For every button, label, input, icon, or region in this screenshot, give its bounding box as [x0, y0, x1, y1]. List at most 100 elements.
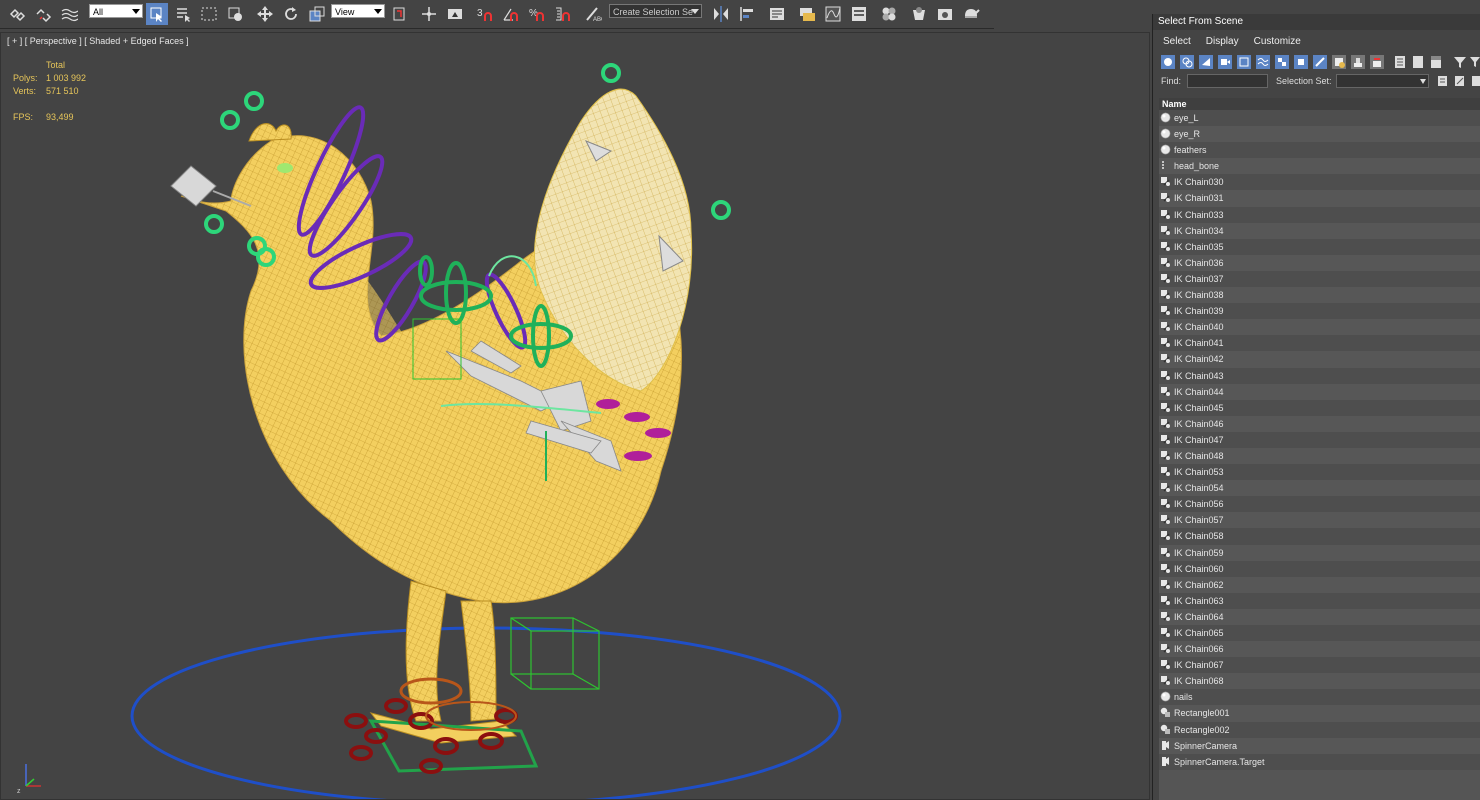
pivot-center-icon[interactable]	[389, 3, 411, 25]
list-item[interactable]: eye_L	[1159, 110, 1480, 127]
display-shapes-icon[interactable]	[1180, 55, 1194, 69]
find-input[interactable]	[1187, 74, 1268, 88]
list-item[interactable]: IK Chain036	[1159, 254, 1480, 271]
list-item[interactable]: IK Chain045	[1159, 399, 1480, 416]
list-item[interactable]: feathers	[1159, 142, 1480, 159]
rectangular-selection-region-icon[interactable]	[198, 3, 220, 25]
display-geometry-icon[interactable]	[1161, 55, 1175, 69]
column-header-name[interactable]: Name	[1159, 98, 1480, 110]
menu-select[interactable]: Select	[1163, 36, 1191, 47]
schematic-view-icon[interactable]	[848, 3, 870, 25]
material-editor-icon[interactable]	[878, 3, 900, 25]
list-item[interactable]: IK Chain046	[1159, 415, 1480, 432]
list-item[interactable]: IK Chain031	[1159, 190, 1480, 207]
display-bones-icon[interactable]	[1313, 55, 1327, 69]
list-item[interactable]: IK Chain063	[1159, 592, 1480, 609]
list-item[interactable]: IK Chain041	[1159, 335, 1480, 352]
render-production-icon[interactable]	[960, 3, 982, 25]
list-item[interactable]: IK Chain065	[1159, 625, 1480, 642]
list-item[interactable]: IK Chain054	[1159, 480, 1480, 497]
display-lights-icon[interactable]	[1199, 55, 1213, 69]
list-item[interactable]: IK Chain034	[1159, 222, 1480, 239]
list-item[interactable]: IK Chain059	[1159, 544, 1480, 561]
list-item[interactable]: nails	[1159, 689, 1480, 706]
list-item[interactable]: IK Chain033	[1159, 206, 1480, 223]
list-item[interactable]: IK Chain047	[1159, 431, 1480, 448]
list-item[interactable]: SpinnerCamera.Target	[1159, 753, 1480, 770]
scene-canvas[interactable]: z	[1, 33, 1150, 800]
select-by-name-icon[interactable]	[172, 3, 194, 25]
list-item[interactable]: IK Chain030	[1159, 174, 1480, 191]
list-item[interactable]: IK Chain068	[1159, 673, 1480, 690]
display-hidden-icon[interactable]	[1370, 55, 1384, 69]
selection-set-options-icon[interactable]	[1471, 75, 1480, 87]
list-item[interactable]: IK Chain053	[1159, 464, 1480, 481]
select-and-link-icon[interactable]	[6, 3, 28, 25]
window-crossing-icon[interactable]	[224, 3, 246, 25]
list-item[interactable]: IK Chain062	[1159, 576, 1480, 593]
named-selection-sets-dropdown[interactable]: Create Selection Se	[609, 4, 702, 18]
display-space-warps-icon[interactable]	[1256, 55, 1270, 69]
list-item[interactable]: IK Chain038	[1159, 287, 1480, 304]
layer-explorer-icon[interactable]	[796, 3, 818, 25]
list-item[interactable]: IK Chain048	[1159, 447, 1480, 465]
display-none-icon[interactable]	[1411, 55, 1425, 69]
selection-set-dropdown[interactable]	[1336, 74, 1429, 88]
head-bone[interactable]	[170, 165, 217, 207]
list-item[interactable]: IK Chain044	[1159, 383, 1480, 400]
select-object-icon[interactable]	[146, 3, 168, 25]
list-item[interactable]: SpinnerCamera	[1159, 737, 1480, 754]
list-item[interactable]: IK Chain039	[1159, 303, 1480, 320]
spinner-snap-toggle-icon[interactable]	[552, 3, 574, 25]
align-icon[interactable]	[736, 3, 758, 25]
filter-icon[interactable]	[1453, 55, 1467, 69]
snaps-toggle-icon[interactable]: 3	[474, 3, 496, 25]
select-and-manipulate-icon[interactable]	[418, 3, 440, 25]
angle-snap-toggle-icon[interactable]	[500, 3, 522, 25]
display-xrefs-icon[interactable]	[1294, 55, 1308, 69]
select-and-rotate-icon[interactable]	[280, 3, 302, 25]
menu-display[interactable]: Display	[1206, 36, 1239, 47]
display-containers-icon[interactable]	[1332, 55, 1346, 69]
perspective-viewport[interactable]: z [ + ] [ Perspective ] [ Shaded + Edged…	[0, 32, 1150, 800]
curve-editor-icon[interactable]	[822, 3, 844, 25]
rendered-frame-window-icon[interactable]	[934, 3, 956, 25]
toggle-scene-explorer-icon[interactable]	[766, 3, 788, 25]
select-and-scale-icon[interactable]	[306, 3, 328, 25]
list-item[interactable]: IK Chain056	[1159, 496, 1480, 513]
list-item[interactable]: IK Chain037	[1159, 270, 1480, 288]
display-all-icon[interactable]	[1393, 55, 1407, 69]
list-item[interactable]: IK Chain043	[1159, 367, 1480, 384]
panel-title[interactable]: Select From Scene	[1153, 14, 1480, 30]
selection-filter-dropdown[interactable]: All	[89, 4, 143, 18]
list-item[interactable]: Rectangle002	[1159, 721, 1480, 738]
display-groups-icon[interactable]	[1275, 55, 1289, 69]
bind-to-space-warp-icon[interactable]	[58, 3, 80, 25]
percent-snap-toggle-icon[interactable]: %	[526, 3, 548, 25]
menu-customize[interactable]: Customize	[1254, 36, 1301, 47]
list-item[interactable]: Rectangle001	[1159, 705, 1480, 722]
edit-selection-set-icon[interactable]	[1454, 75, 1466, 87]
select-and-move-icon[interactable]	[254, 3, 276, 25]
list-item[interactable]: eye_R	[1159, 126, 1480, 143]
list-item[interactable]: IK Chain042	[1159, 351, 1480, 368]
list-item[interactable]: IK Chain066	[1159, 641, 1480, 658]
display-frozen-icon[interactable]	[1351, 55, 1365, 69]
list-item[interactable]: IK Chain064	[1159, 608, 1480, 625]
create-selection-set-icon[interactable]	[1437, 75, 1449, 87]
viewport-label[interactable]: [ + ] [ Perspective ] [ Shaded + Edged F…	[7, 36, 189, 46]
list-item[interactable]: IK Chain035	[1159, 238, 1480, 255]
unlink-selection-icon[interactable]	[32, 3, 54, 25]
keyboard-shortcut-override-icon[interactable]	[444, 3, 466, 25]
reference-coordinate-dropdown[interactable]: View	[331, 4, 385, 18]
invert-display-icon[interactable]	[1429, 55, 1443, 69]
render-setup-icon[interactable]	[908, 3, 930, 25]
display-cameras-icon[interactable]	[1218, 55, 1232, 69]
eye-helper[interactable]	[277, 163, 293, 173]
list-item[interactable]: IK Chain057	[1159, 512, 1480, 529]
list-item[interactable]: IK Chain058	[1159, 528, 1480, 545]
list-item[interactable]: IK Chain040	[1159, 319, 1480, 336]
list-item[interactable]: IK Chain067	[1159, 657, 1480, 674]
mirror-icon[interactable]	[710, 3, 732, 25]
list-item[interactable]: IK Chain060	[1159, 560, 1480, 577]
